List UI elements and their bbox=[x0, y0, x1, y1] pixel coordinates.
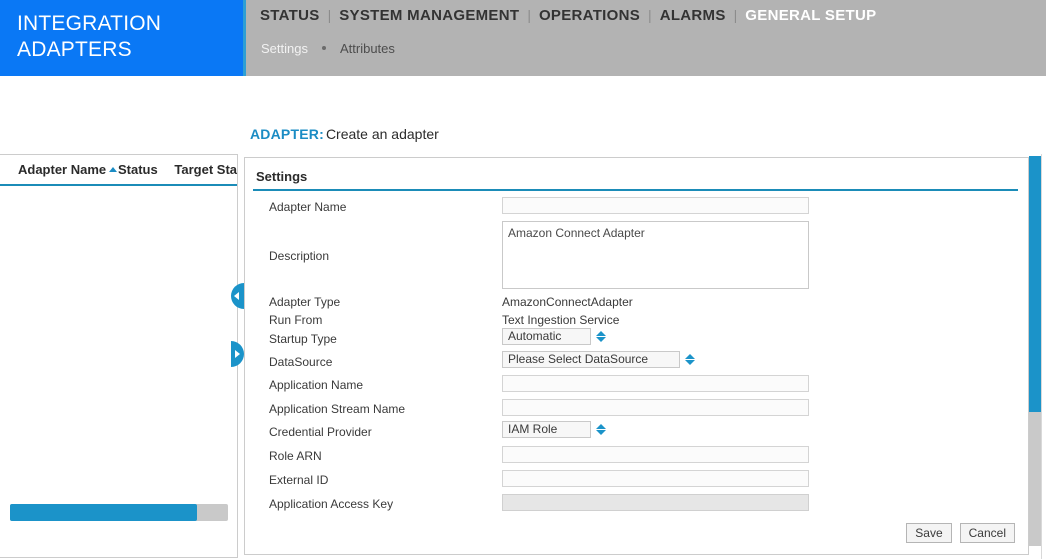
chevron-up-icon bbox=[685, 354, 695, 359]
credential-provider-spinner-icon[interactable] bbox=[596, 424, 606, 435]
datasource-spinner-icon[interactable] bbox=[685, 354, 695, 365]
subnav-dot-separator bbox=[321, 46, 326, 50]
top-bar: INTEGRATION ADAPTERS STATUS | SYSTEM MAN… bbox=[0, 0, 1046, 76]
external-id-input[interactable] bbox=[502, 469, 809, 487]
label-adapter-name: Adapter Name bbox=[269, 200, 347, 214]
nav-item-alarms[interactable]: ALARMS bbox=[660, 7, 726, 24]
column-header-adapter-name-label: Adapter Name bbox=[18, 162, 107, 177]
column-header-status[interactable]: Status bbox=[118, 162, 159, 177]
brand-title-line1: INTEGRATION bbox=[17, 12, 162, 35]
control-startup-type: Automatic bbox=[502, 328, 606, 345]
label-datasource: DataSource bbox=[269, 355, 333, 369]
breadcrumb: ADAPTER: Create an adapter bbox=[250, 126, 439, 142]
application-access-key-input[interactable] bbox=[502, 493, 809, 511]
chevron-down-icon bbox=[596, 430, 606, 435]
nav-item-operations[interactable]: OPERATIONS bbox=[539, 7, 640, 24]
label-external-id: External ID bbox=[269, 473, 329, 487]
label-role-arn: Role ARN bbox=[269, 449, 322, 463]
settings-form-panel: Settings Adapter Name Description Amazon… bbox=[244, 157, 1029, 555]
application-stream-name-input[interactable] bbox=[502, 398, 809, 416]
subnav-item-settings[interactable]: Settings bbox=[261, 41, 308, 56]
nav-accent-bar bbox=[243, 0, 246, 76]
breadcrumb-key: ADAPTER: bbox=[250, 126, 324, 142]
control-external-id bbox=[502, 469, 809, 487]
adapter-list-horizontal-scrollbar-thumb[interactable] bbox=[10, 504, 198, 521]
page-right-edge bbox=[1041, 154, 1046, 559]
triangle-right-icon bbox=[235, 350, 240, 358]
chevron-up-icon bbox=[596, 424, 606, 429]
triangle-left-icon bbox=[234, 292, 239, 300]
control-application-name bbox=[502, 374, 809, 392]
chevron-up-icon bbox=[596, 331, 606, 336]
chevron-down-icon bbox=[596, 337, 606, 342]
control-datasource: Please Select DataSource bbox=[502, 351, 695, 368]
datasource-select[interactable]: Please Select DataSource bbox=[502, 351, 680, 368]
save-button[interactable]: Save bbox=[906, 523, 952, 543]
sort-ascending-icon bbox=[109, 167, 118, 172]
adapter-list-body bbox=[0, 186, 237, 496]
control-description: Amazon Connect Adapter bbox=[502, 221, 809, 294]
control-application-access-key bbox=[502, 493, 809, 511]
main-navigation: STATUS | SYSTEM MANAGEMENT | OPERATIONS … bbox=[260, 2, 876, 28]
expand-right-panel-button[interactable] bbox=[231, 341, 244, 367]
nav-zone: STATUS | SYSTEM MANAGEMENT | OPERATIONS … bbox=[243, 0, 1046, 76]
page-vertical-scrollbar-thumb[interactable] bbox=[1029, 156, 1041, 412]
startup-type-spinner-icon[interactable] bbox=[596, 331, 606, 342]
label-application-stream-name: Application Stream Name bbox=[269, 402, 406, 416]
chevron-down-icon bbox=[685, 360, 695, 365]
nav-separator: | bbox=[327, 7, 332, 23]
role-arn-input[interactable] bbox=[502, 445, 809, 463]
control-application-stream-name bbox=[502, 398, 809, 416]
page-vertical-scrollbar[interactable] bbox=[1029, 156, 1041, 546]
adapter-list-horizontal-scrollbar[interactable] bbox=[10, 504, 228, 521]
adapter-list-header: Adapter Name Status Target Sta bbox=[0, 155, 237, 186]
column-header-target-status[interactable]: Target Sta bbox=[174, 162, 237, 177]
control-adapter-name bbox=[502, 196, 809, 214]
settings-panel-title: Settings bbox=[256, 169, 308, 184]
breadcrumb-value: Create an adapter bbox=[325, 126, 439, 142]
control-credential-provider: IAM Role bbox=[502, 421, 606, 438]
adapter-list-panel: Adapter Name Status Target Sta bbox=[0, 154, 238, 558]
adapter-name-input[interactable] bbox=[502, 196, 809, 214]
sub-navigation: Settings Attributes bbox=[261, 38, 395, 58]
nav-item-status[interactable]: STATUS bbox=[260, 7, 320, 24]
brand-logo: INTEGRATION ADAPTERS bbox=[0, 0, 243, 76]
nav-item-general-setup[interactable]: GENERAL SETUP bbox=[745, 7, 876, 24]
subnav-item-attributes[interactable]: Attributes bbox=[340, 41, 395, 56]
description-textarea[interactable]: Amazon Connect Adapter bbox=[502, 221, 809, 289]
nav-separator: | bbox=[733, 7, 738, 23]
form-action-buttons: Save Cancel bbox=[906, 523, 1015, 543]
application-name-input[interactable] bbox=[502, 374, 809, 392]
label-startup-type: Startup Type bbox=[269, 332, 337, 346]
nav-separator: | bbox=[648, 7, 652, 23]
cancel-button[interactable]: Cancel bbox=[959, 523, 1015, 543]
label-description: Description bbox=[269, 249, 330, 263]
nav-separator: | bbox=[527, 7, 531, 23]
nav-item-system-management[interactable]: SYSTEM MANAGEMENT bbox=[339, 7, 519, 24]
column-header-adapter-name[interactable]: Adapter Name bbox=[18, 162, 118, 177]
control-role-arn bbox=[502, 445, 809, 463]
adapter-type-value: AmazonConnectAdapter bbox=[502, 295, 633, 309]
run-from-value: Text Ingestion Service bbox=[502, 313, 620, 327]
label-application-access-key: Application Access Key bbox=[269, 497, 394, 511]
label-application-name: Application Name bbox=[269, 378, 364, 392]
credential-provider-select[interactable]: IAM Role bbox=[502, 421, 591, 438]
brand-title-line2: ADAPTERS bbox=[17, 38, 132, 61]
settings-panel-divider bbox=[253, 189, 1018, 191]
startup-type-select[interactable]: Automatic bbox=[502, 328, 591, 345]
label-credential-provider: Credential Provider bbox=[269, 425, 372, 439]
